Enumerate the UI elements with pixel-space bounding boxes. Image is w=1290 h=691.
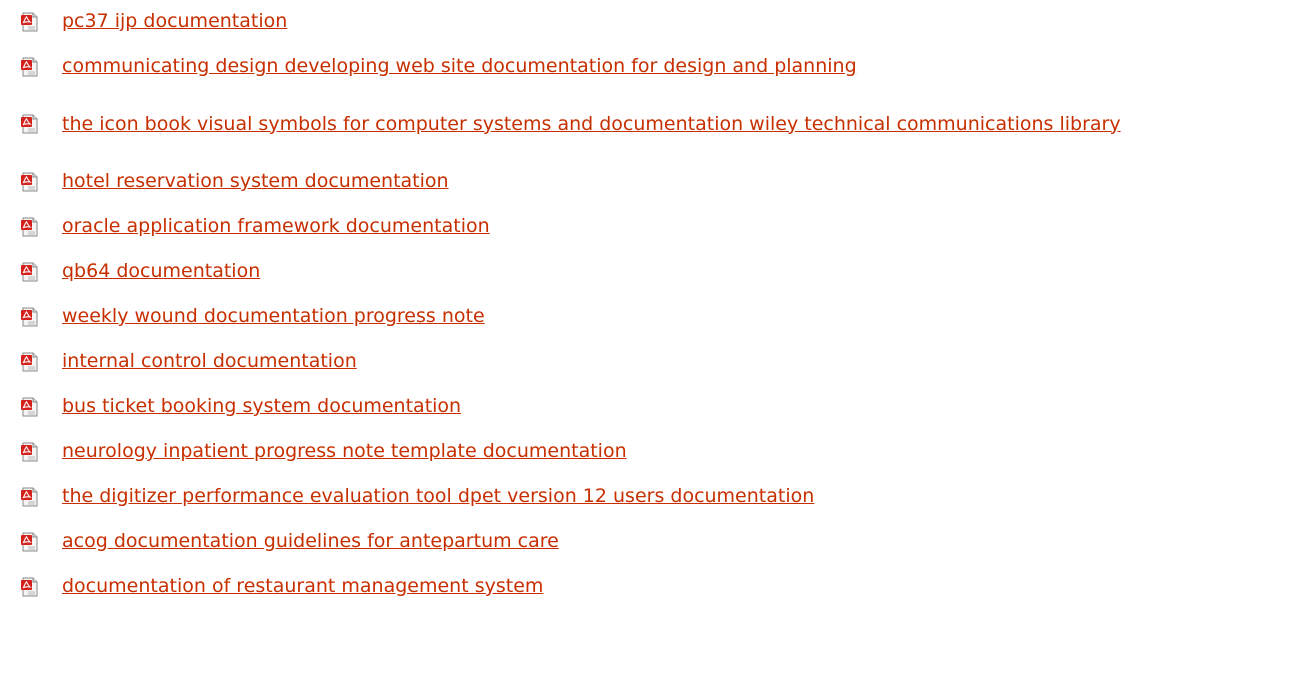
list-item: oracle application framework documentati… — [0, 209, 1290, 244]
list-item: bus ticket booking system documentation — [0, 389, 1290, 424]
pdf-file-icon — [20, 487, 40, 507]
pdf-file-icon — [20, 532, 40, 552]
document-link[interactable]: the digitizer performance evaluation too… — [62, 483, 814, 510]
list-item: the digitizer performance evaluation too… — [0, 479, 1290, 514]
list-item: the icon book visual symbols for compute… — [0, 94, 1290, 154]
pdf-file-icon — [20, 307, 40, 327]
pdf-file-icon — [20, 12, 40, 32]
list-item: acog documentation guidelines for antepa… — [0, 524, 1290, 559]
pdf-file-icon — [20, 577, 40, 597]
document-link[interactable]: oracle application framework documentati… — [62, 213, 490, 240]
document-link[interactable]: internal control documentation — [62, 348, 357, 375]
document-link[interactable]: documentation of restaurant management s… — [62, 573, 543, 600]
pdf-file-icon — [20, 217, 40, 237]
list-item: internal control documentation — [0, 344, 1290, 379]
list-item: neurology inpatient progress note templa… — [0, 434, 1290, 469]
list-item: hotel reservation system documentation — [0, 164, 1290, 199]
list-item: weekly wound documentation progress note — [0, 299, 1290, 334]
pdf-file-icon — [20, 57, 40, 77]
pdf-file-icon — [20, 352, 40, 372]
list-item: pc37 ijp documentation — [0, 4, 1290, 39]
document-link[interactable]: hotel reservation system documentation — [62, 168, 449, 195]
list-item: communicating design developing web site… — [0, 49, 1290, 84]
document-link[interactable]: qb64 documentation — [62, 258, 260, 285]
document-link-list: pc37 ijp documentation communicating des… — [0, 0, 1290, 604]
document-link[interactable]: acog documentation guidelines for antepa… — [62, 528, 559, 555]
document-link[interactable]: bus ticket booking system documentation — [62, 393, 461, 420]
document-link[interactable]: weekly wound documentation progress note — [62, 303, 485, 330]
list-item: qb64 documentation — [0, 254, 1290, 289]
pdf-file-icon — [20, 397, 40, 417]
document-link[interactable]: neurology inpatient progress note templa… — [62, 438, 627, 465]
pdf-file-icon — [20, 172, 40, 192]
document-link[interactable]: pc37 ijp documentation — [62, 8, 287, 35]
list-item: documentation of restaurant management s… — [0, 569, 1290, 604]
pdf-file-icon — [20, 262, 40, 282]
pdf-file-icon — [20, 114, 40, 134]
pdf-file-icon — [20, 442, 40, 462]
document-link[interactable]: the icon book visual symbols for compute… — [62, 111, 1121, 138]
document-link[interactable]: communicating design developing web site… — [62, 53, 857, 80]
